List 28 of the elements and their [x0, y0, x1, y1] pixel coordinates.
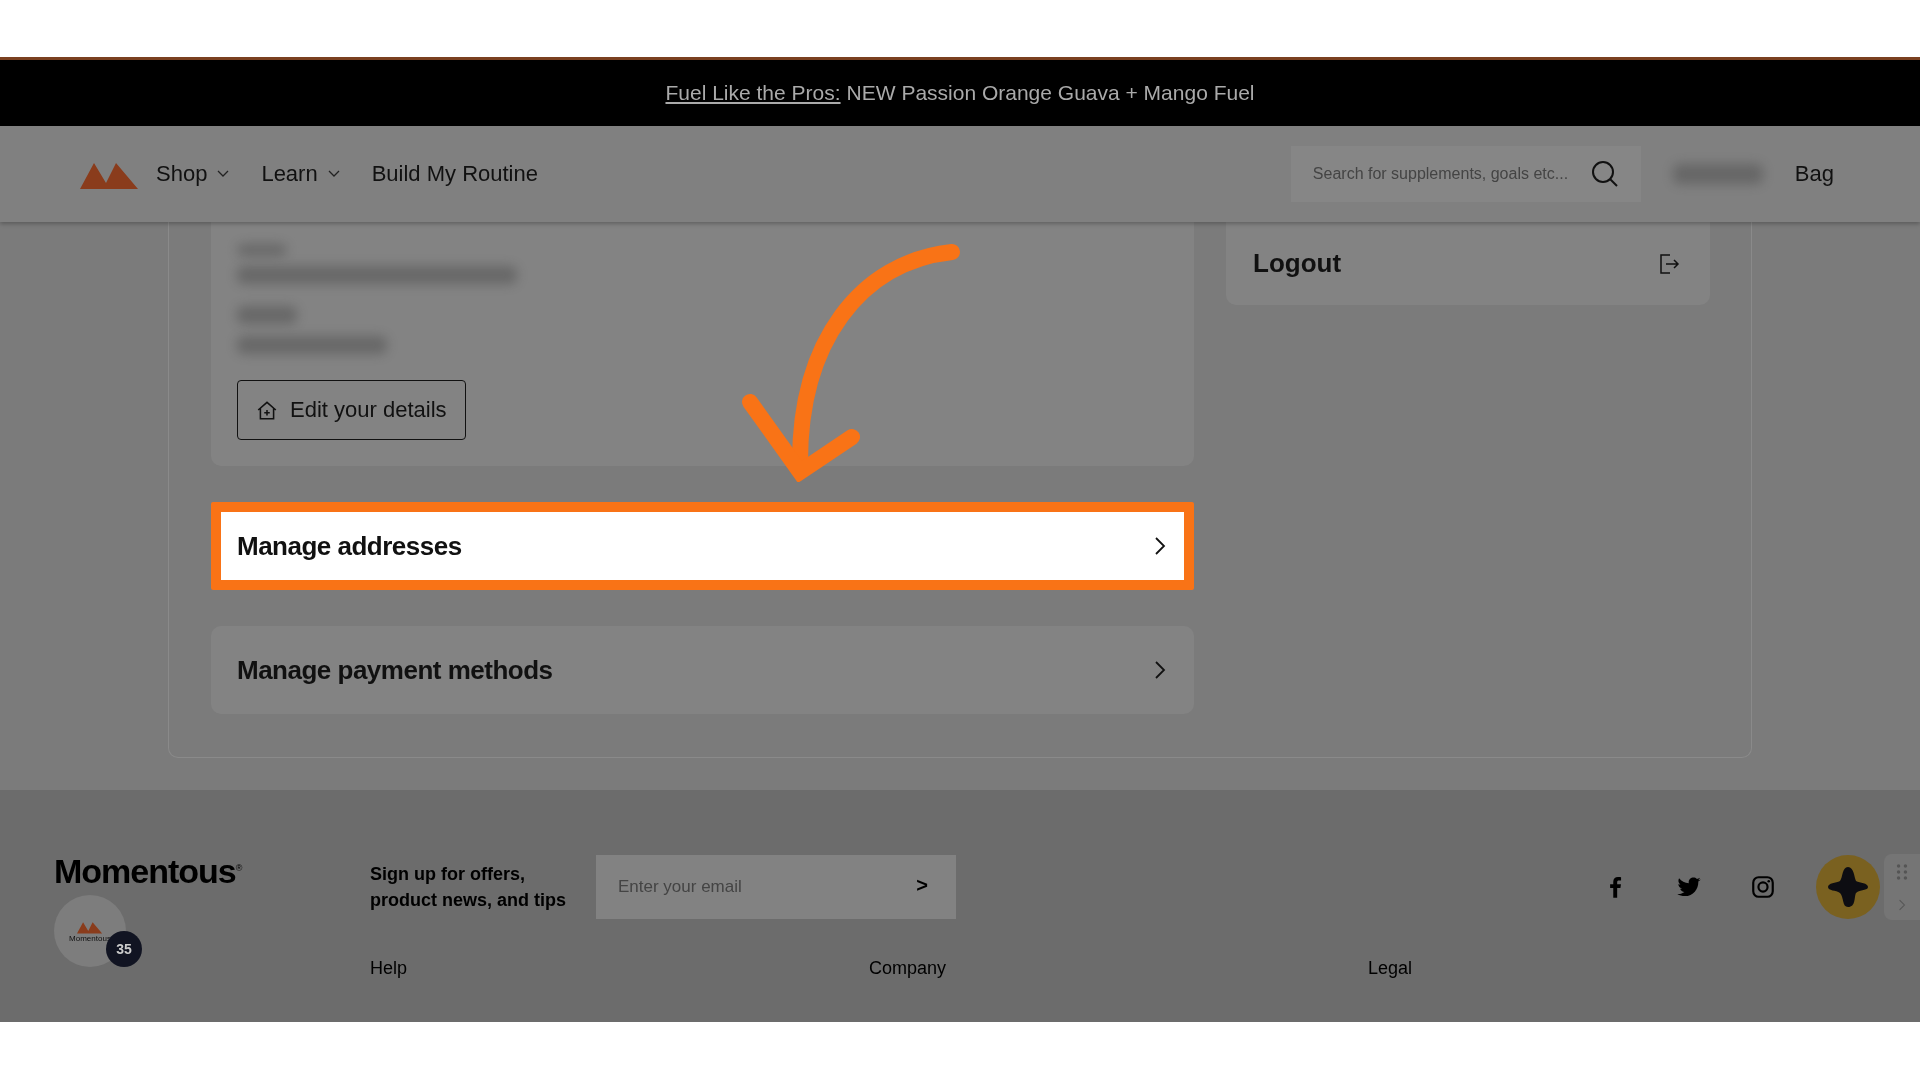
brand-wordmark: Momentous$^{®}$ — [54, 852, 243, 891]
chevron-down-icon — [327, 170, 340, 178]
logout-card[interactable]: Logout — [1226, 222, 1710, 305]
signup-text: Sign up for offers, product news, and tips — [370, 863, 567, 912]
logout-icon — [1658, 252, 1680, 275]
chat-assistant-icon[interactable] — [1816, 855, 1880, 919]
bag-link[interactable]: Bag — [1794, 161, 1834, 187]
footer-column-heading: Company — [869, 958, 948, 979]
submit-button[interactable]: > — [910, 873, 934, 898]
logo-icon — [77, 919, 103, 934]
footer-column-heading: Legal — [1368, 958, 1414, 979]
instagram-icon[interactable] — [1750, 874, 1776, 900]
search-field[interactable]: Search for supplements, goals etc... — [1290, 146, 1641, 202]
search-icon[interactable] — [1590, 160, 1619, 188]
chevron-down-icon — [217, 170, 230, 178]
chevron-right-icon — [1154, 660, 1166, 680]
account-link-card[interactable]: Manage payment methods — [211, 626, 1194, 714]
edit-details-button[interactable]: Edit your details — [237, 380, 466, 440]
announcement-text: NEW Passion Orange Guava + Mango Fuel — [846, 81, 1255, 105]
chevron-right-icon — [1154, 536, 1166, 556]
drag-handle-icon[interactable] — [1896, 863, 1908, 881]
house-plus-icon — [256, 399, 278, 421]
account-link-card[interactable]: Manage addresses — [211, 502, 1194, 590]
nav-link[interactable]: Build My Routine — [371, 161, 538, 187]
footer-column-heading: Help — [370, 958, 409, 979]
nav-link[interactable]: Shop — [156, 161, 230, 187]
announcement-link[interactable]: Fuel Like the Pros: — [665, 81, 841, 105]
nav-link[interactable]: Learn — [261, 161, 340, 187]
